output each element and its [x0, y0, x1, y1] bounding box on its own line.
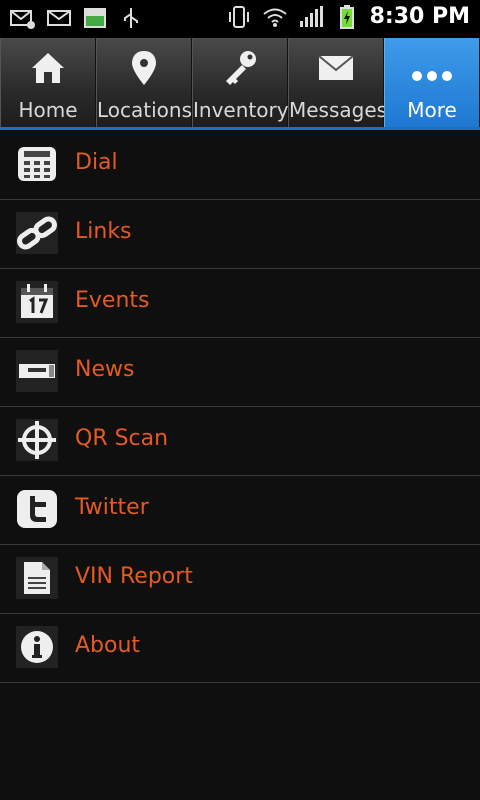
- menu-item-twitter-label: Twitter: [75, 495, 149, 520]
- tab-more-label: More: [407, 98, 457, 122]
- menu-item-qr-scan-label: QR Scan: [75, 426, 169, 451]
- tab-more[interactable]: More: [384, 38, 480, 127]
- status-bar: 8:30 PM: [0, 0, 480, 38]
- chain-link-icon: [16, 212, 58, 254]
- dial-pad-icon: [18, 147, 56, 181]
- location-pin-icon: [132, 51, 156, 85]
- menu-item-events[interactable]: Events: [0, 269, 480, 338]
- menu-item-news-label: News: [75, 357, 135, 382]
- home-icon: [32, 53, 64, 83]
- wifi-icon: [262, 8, 287, 27]
- menu-item-dial[interactable]: Dial: [0, 131, 480, 200]
- tab-inventory[interactable]: Inventory: [192, 38, 289, 127]
- mail-notification-icon: [47, 10, 71, 26]
- menu-item-events-label: Events: [75, 288, 150, 313]
- battery-charging-icon: [339, 4, 354, 29]
- menu-item-links[interactable]: Links: [0, 200, 480, 269]
- key-icon: [226, 51, 256, 85]
- menu-item-dial-label: Dial: [75, 150, 118, 175]
- envelope-icon: [318, 55, 354, 80]
- tab-home-label: Home: [18, 98, 78, 122]
- calendar-icon: [16, 281, 58, 323]
- twitter-icon: [17, 490, 57, 528]
- crosshair-icon: [16, 419, 58, 461]
- tab-home[interactable]: Home: [0, 38, 96, 127]
- menu-item-vin-report-label: VIN Report: [75, 564, 193, 589]
- status-time: 8:30 PM: [369, 4, 470, 29]
- news-icon: [16, 350, 58, 392]
- tab-inventory-label: Inventory: [193, 98, 289, 122]
- tab-bar: Home Locations Inventory Messages More: [0, 38, 480, 130]
- tab-messages-label: Messages: [289, 98, 388, 122]
- email-notification-icon: [10, 10, 35, 29]
- menu-item-qr-scan[interactable]: QR Scan: [0, 407, 480, 476]
- signal-icon: [299, 5, 323, 27]
- 3g-icon: [84, 8, 106, 28]
- more-menu-list: Dial Links Events News QR Scan Twitter V…: [0, 131, 480, 683]
- tab-locations-label: Locations: [97, 98, 193, 122]
- document-icon: [16, 557, 58, 599]
- menu-item-links-label: Links: [75, 219, 132, 244]
- tab-locations[interactable]: Locations: [96, 38, 192, 127]
- tab-messages[interactable]: Messages: [288, 38, 388, 127]
- more-dots-icon: [412, 71, 452, 81]
- usb-icon: [124, 8, 138, 28]
- vibrate-icon: [228, 5, 249, 28]
- menu-item-about[interactable]: About: [0, 614, 480, 683]
- menu-item-twitter[interactable]: Twitter: [0, 476, 480, 545]
- menu-item-about-label: About: [75, 633, 141, 658]
- menu-item-vin-report[interactable]: VIN Report: [0, 545, 480, 614]
- info-icon: [16, 626, 58, 668]
- menu-item-news[interactable]: News: [0, 338, 480, 407]
